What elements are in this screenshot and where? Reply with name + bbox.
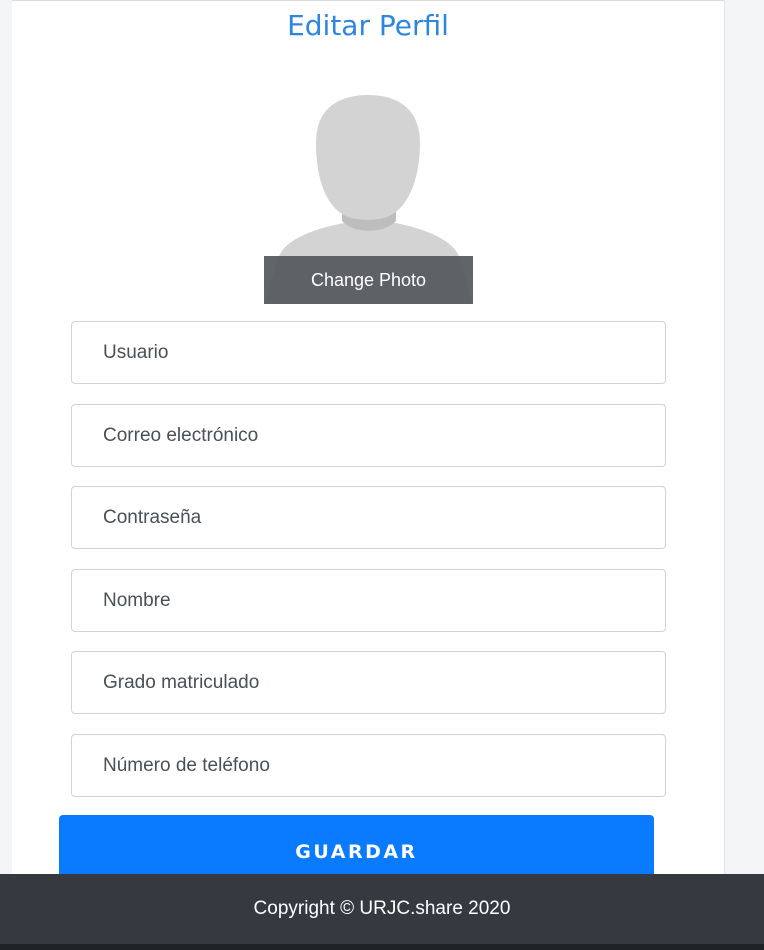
change-photo-button[interactable]: Change Photo [264, 256, 473, 304]
username-field[interactable] [71, 321, 666, 384]
name-field[interactable] [71, 569, 666, 632]
page-title: Editar Perfil [287, 9, 449, 42]
password-field[interactable] [71, 486, 666, 549]
phone-field[interactable] [71, 734, 666, 797]
degree-field[interactable] [71, 651, 666, 714]
page: Editar Perfil Change Photo GUARDAR Copyr… [0, 0, 764, 950]
card-divider [724, 0, 725, 874]
email-field[interactable] [71, 404, 666, 467]
bottom-strip [0, 944, 764, 950]
avatar[interactable]: Change Photo [264, 89, 473, 304]
save-button[interactable]: GUARDAR [59, 815, 654, 874]
footer-copyright: Copyright © URJC.share 2020 [253, 898, 511, 919]
edit-profile-card: Editar Perfil Change Photo [12, 0, 724, 874]
footer: Copyright © URJC.share 2020 [0, 874, 764, 944]
